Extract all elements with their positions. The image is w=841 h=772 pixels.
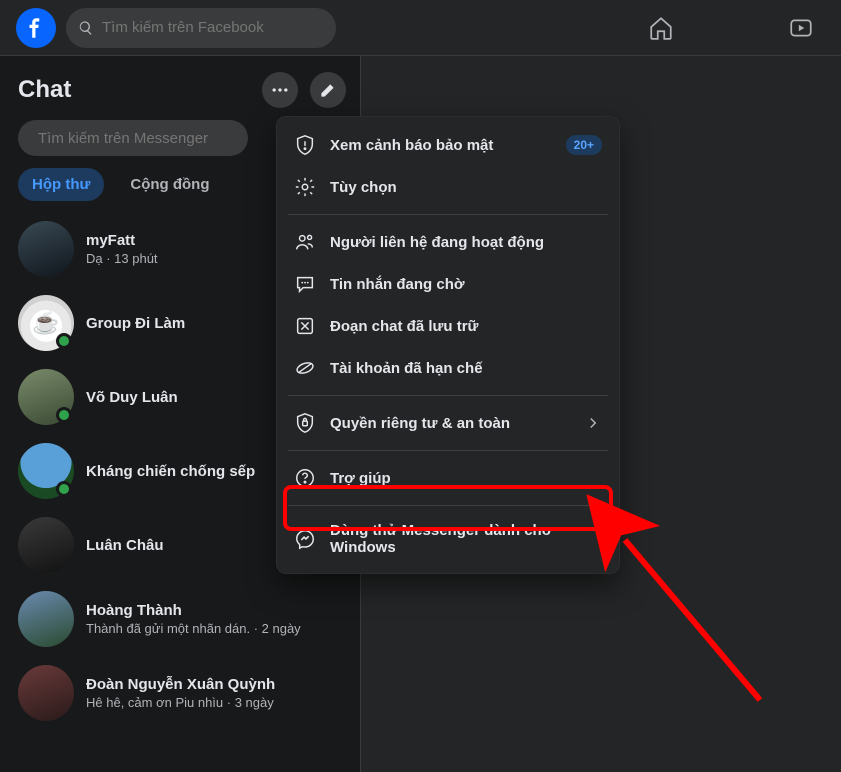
global-search[interactable] — [66, 8, 336, 48]
avatar — [18, 295, 74, 351]
chat-title: Chat — [18, 76, 71, 104]
menu-item-label: Quyền riêng tư & an toàn — [330, 415, 570, 432]
chat-options-button[interactable] — [262, 72, 298, 108]
video-button[interactable] — [781, 8, 821, 48]
chat-name: Võ Duy Luân — [86, 389, 178, 406]
new-message-button[interactable] — [310, 72, 346, 108]
chat-subtitle: Hê hê, cảm ơn Piu nhìu · 3 ngày — [86, 695, 275, 710]
presence-indicator — [56, 481, 72, 497]
menu-item-tin-nhan-ang-cho[interactable]: Tin nhắn đang chờ — [284, 263, 612, 305]
menu-item-label: Tùy chọn — [330, 179, 602, 196]
menu-item-label: Trợ giúp — [330, 470, 602, 487]
menu-item-label: Xem cảnh báo bảo mật — [330, 137, 552, 154]
facebook-logo[interactable] — [16, 8, 56, 48]
chat-name: Kháng chiến chống sếp — [86, 463, 255, 480]
chat-subtitle: Thành đã gửi một nhãn dán. · 2 ngày — [86, 621, 301, 636]
chevron-right-icon — [584, 414, 602, 432]
menu-item-tai-khoan-a-han-che[interactable]: Tài khoản đã hạn chế — [284, 347, 612, 389]
chat-subtitle: Dạ · 13 phút — [86, 251, 158, 266]
messenger-icon — [294, 528, 316, 550]
presence-indicator — [56, 333, 72, 349]
avatar — [18, 591, 74, 647]
chat-options-menu: Xem cảnh báo bảo mật 20+ Tùy chọn Người liê… — [276, 116, 620, 574]
avatar — [18, 517, 74, 573]
ellipsis-icon — [270, 80, 290, 100]
archive-icon — [294, 315, 316, 337]
menu-item-tro-giup[interactable]: Trợ giúp — [284, 457, 612, 499]
badge: 20+ — [566, 135, 602, 155]
compose-icon — [318, 80, 338, 100]
menu-item-label: Tài khoản đã hạn chế — [330, 360, 602, 377]
shield-alert-icon — [294, 134, 316, 156]
video-icon — [788, 15, 814, 41]
messenger-search[interactable] — [18, 120, 248, 156]
menu-item-nguoi-lien-he-ang-hoat-ong[interactable]: Người liên hệ đang hoạt động — [284, 221, 612, 263]
chat-name: Group Đi Làm — [86, 315, 185, 332]
home-button[interactable] — [641, 8, 681, 48]
tab-cộng-đồng[interactable]: Cộng đồng — [116, 168, 223, 201]
global-search-input[interactable] — [102, 19, 324, 36]
avatar — [18, 221, 74, 277]
messenger-search-input[interactable] — [38, 130, 237, 147]
chat-name: Đoàn Nguyễn Xuân Quỳnh — [86, 676, 275, 693]
menu-item-label: Đoạn chat đã lưu trữ — [330, 318, 602, 335]
facebook-logo-icon — [23, 15, 49, 41]
chat-waiting-icon — [294, 273, 316, 295]
menu-item-oan-chat-a-luu-tru[interactable]: Đoạn chat đã lưu trữ — [284, 305, 612, 347]
avatar — [18, 665, 74, 721]
menu-item-label: Dùng thử Messenger dành cho Windows — [330, 522, 602, 556]
presence-indicator — [56, 407, 72, 423]
search-icon — [78, 20, 94, 36]
restricted-icon — [294, 357, 316, 379]
help-icon — [294, 467, 316, 489]
avatar — [18, 443, 74, 499]
chat-name: myFatt — [86, 232, 158, 249]
menu-item-quyen-rieng-tu-an-toan[interactable]: Quyền riêng tư & an toàn — [284, 402, 612, 444]
tab-hộp-thư[interactable]: Hộp thư — [18, 168, 104, 201]
menu-item-xem-canh-bao-bao-mat[interactable]: Xem cảnh báo bảo mật 20+ — [284, 124, 612, 166]
chat-item[interactable]: Hoàng Thành Thành đã gửi một nhãn dán. · … — [12, 583, 352, 655]
avatar — [18, 369, 74, 425]
menu-item-dung-thu-messenger-danh-cho-windows[interactable]: Dùng thử Messenger dành cho Windows — [284, 512, 612, 566]
menu-item-label: Người liên hệ đang hoạt động — [330, 234, 602, 251]
chat-item[interactable]: Đoàn Nguyễn Xuân Quỳnh Hê hê, cảm ơn Piu … — [12, 657, 352, 729]
home-icon — [648, 15, 674, 41]
menu-item-label: Tin nhắn đang chờ — [330, 276, 602, 293]
topbar — [0, 0, 841, 56]
gear-icon — [294, 176, 316, 198]
chat-name: Luân Châu — [86, 537, 164, 554]
privacy-shield-icon — [294, 412, 316, 434]
contacts-icon — [294, 231, 316, 253]
chat-name: Hoàng Thành — [86, 602, 301, 619]
menu-item-tuy-chon[interactable]: Tùy chọn — [284, 166, 612, 208]
